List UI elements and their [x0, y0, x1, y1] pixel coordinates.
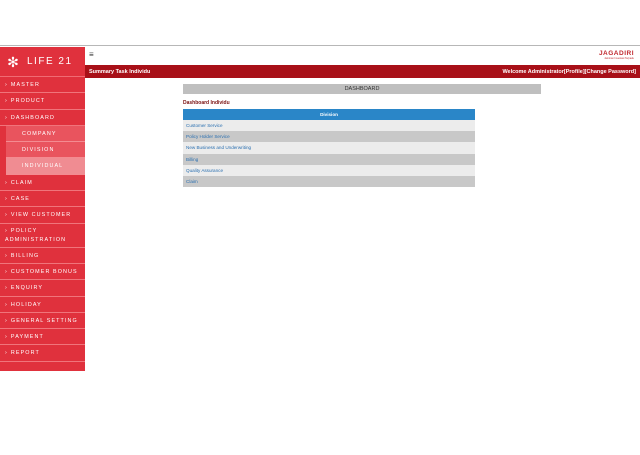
sidebar-item-master[interactable]: › MASTER — [0, 77, 85, 94]
main-content: DASHBOARD Dashboard Individu Division Cu… — [183, 84, 541, 188]
column-header-division: Division — [183, 109, 475, 120]
sidebar-item-view-customer[interactable]: › VIEW CUSTOMER — [0, 207, 85, 224]
sidebar: ✻ LIFE 21 › MASTER › PRODUCT › DASHBOARD CO… — [0, 47, 85, 371]
chevron-right-icon: › — [5, 212, 8, 219]
logo-text: LIFE 21 — [27, 56, 73, 67]
division-link[interactable]: Claim — [183, 175, 475, 188]
chevron-right-icon: › — [5, 252, 8, 259]
sidebar-item-report[interactable]: › REPORT — [0, 345, 85, 362]
sidebar-item-case[interactable]: › CASE — [0, 191, 85, 208]
user-welcome: Welcome Administrator[Profile][Change Pa… — [502, 69, 636, 75]
app-logo[interactable]: ✻ LIFE 21 — [0, 47, 85, 77]
table-row[interactable]: Billing — [183, 153, 475, 165]
chevron-right-icon: › — [5, 196, 8, 203]
top-bar: ≡ JAGADIRI Jaminan Investasi Terpadu — [85, 47, 640, 65]
chevron-right-icon: › — [5, 228, 8, 235]
chevron-right-icon: › — [5, 98, 8, 105]
section-title: Dashboard Individu — [183, 100, 230, 106]
chevron-right-icon: › — [5, 82, 8, 88]
chevron-right-icon: › — [5, 334, 8, 341]
division-link[interactable]: Customer Service — [183, 120, 475, 132]
sidebar-item-customer-bonus[interactable]: › CUSTOMER BONUS — [0, 264, 85, 281]
sidebar-item-claim[interactable]: › CLAIM — [0, 175, 85, 192]
sidebar-item-policy-administration[interactable]: › POLICY ADMINISTRATION — [0, 224, 85, 248]
division-link[interactable]: Billing — [183, 153, 475, 165]
dashboard-submenu: COMPANY DIVISION INDIVIDUAL — [0, 125, 85, 175]
chevron-right-icon: › — [5, 268, 8, 275]
sidebar-item-enquiry[interactable]: › ENQUIRY — [0, 280, 85, 297]
snowflake-logo-icon: ✻ — [7, 53, 19, 70]
sidebar-item-general-setting[interactable]: › GENERAL SETTING — [0, 313, 85, 330]
division-link[interactable]: Quality Assurance — [183, 164, 475, 176]
sidebar-item-billing[interactable]: › BILLING — [0, 248, 85, 264]
chevron-right-icon: › — [5, 179, 8, 186]
division-link[interactable]: New Business and Underwriting — [183, 142, 475, 154]
sidebar-item-holiday[interactable]: › HOLIDAY — [0, 297, 85, 313]
sidebar-subitem-company[interactable]: COMPANY — [6, 125, 85, 143]
table-row[interactable]: Customer Service — [183, 120, 475, 132]
table-row[interactable]: Quality Assurance — [183, 164, 475, 176]
header-bar: Summary Task Individu Welcome Administra… — [85, 65, 640, 78]
chevron-right-icon: › — [5, 301, 8, 308]
division-link[interactable]: Policy Holder Service — [183, 131, 475, 143]
sidebar-item-product[interactable]: › PRODUCT — [0, 93, 85, 110]
table-row[interactable]: Claim — [183, 175, 475, 188]
division-table: Division Customer Service Policy Holder … — [183, 109, 475, 188]
sidebar-item-dashboard[interactable]: › DASHBOARD — [0, 110, 85, 126]
sidebar-item-payment[interactable]: › PAYMENT — [0, 329, 85, 346]
sidebar-subitem-individual[interactable]: INDIVIDUAL — [6, 158, 85, 175]
page-title: DASHBOARD — [183, 84, 541, 94]
chevron-right-icon: › — [5, 114, 8, 121]
brand-name: JAGADIRI — [598, 50, 634, 57]
table-row[interactable]: Policy Holder Service — [183, 131, 475, 143]
change-password-link[interactable]: [Change Password] — [585, 69, 636, 75]
brand-tagline: Jaminan Investasi Terpadu — [604, 57, 634, 60]
top-blank-area — [0, 0, 640, 46]
brand-logo: JAGADIRI Jaminan Investasi Terpadu — [599, 50, 634, 60]
table-header-row: Division — [183, 109, 475, 120]
chevron-right-icon: › — [5, 285, 8, 292]
chevron-right-icon: › — [5, 317, 8, 324]
chevron-right-icon: › — [5, 350, 8, 357]
hamburger-menu-icon[interactable]: ≡ — [89, 50, 94, 59]
profile-link[interactable]: [Profile] — [564, 69, 585, 75]
table-row[interactable]: New Business and Underwriting — [183, 142, 475, 154]
sidebar-subitem-division[interactable]: DIVISION — [6, 142, 85, 159]
breadcrumb: Summary Task Individu — [89, 68, 151, 75]
welcome-text: Welcome Administrator — [502, 68, 564, 75]
